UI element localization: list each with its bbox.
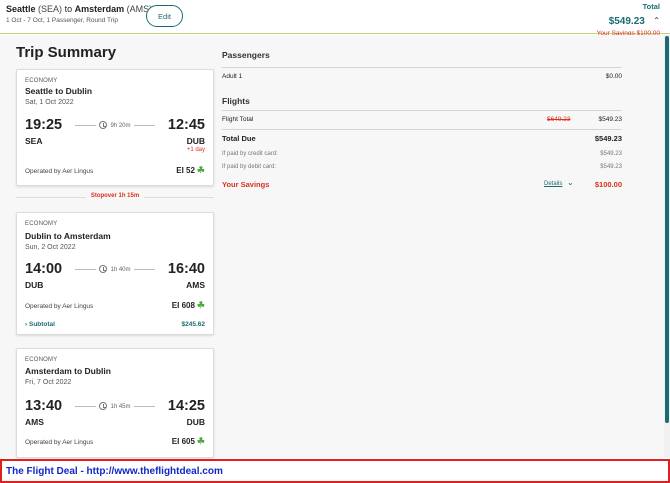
- header-total[interactable]: Total $549.23 ⌃ Your Savings $100.00: [597, 2, 660, 37]
- flight-total-amount: $549.23: [598, 116, 623, 123]
- chevron-up-icon[interactable]: ⌃: [653, 16, 660, 25]
- subtotal-amount: $245.62: [181, 321, 206, 328]
- flight-total-original: $649.23: [547, 116, 571, 123]
- departure-airport: AMS: [25, 417, 44, 427]
- plus-day-indicator: +1 day: [186, 147, 205, 153]
- departure-time: 14:00: [25, 261, 63, 277]
- source-credit: The Flight Deal - http://www.theflightde…: [6, 466, 223, 477]
- origin-code: (SEA): [38, 4, 63, 14]
- cabin-class: ECONOMY: [25, 357, 58, 363]
- flight-number: EI 52 ☘: [176, 165, 205, 176]
- leg-title: Seattle to Dublin: [25, 86, 93, 96]
- departure-time: 19:25: [25, 117, 63, 133]
- clock-icon: [99, 265, 108, 273]
- credit-card-amount: $549.23: [600, 151, 622, 157]
- divider: [222, 110, 622, 111]
- leg-title: Amsterdam to Dublin: [25, 366, 111, 376]
- flight-leg-card: ECONOMY Dublin to Amsterdam Sun, 2 Oct 2…: [16, 212, 214, 335]
- arrival-time: 12:45: [167, 117, 205, 133]
- flight-number-text: EI 52: [176, 166, 195, 175]
- departure-airport: DUB: [25, 280, 44, 290]
- source-footer: The Flight Deal - http://www.theflightde…: [0, 459, 670, 483]
- divider: [222, 129, 622, 130]
- leg-date: Fri, 7 Oct 2022: [25, 379, 72, 386]
- chevron-down-icon[interactable]: ⌄: [567, 178, 574, 187]
- debit-card-amount: $549.23: [600, 164, 622, 170]
- route-to-word: to: [64, 4, 73, 14]
- leg-title: Dublin to Amsterdam: [25, 231, 111, 241]
- debit-card-label: If paid by debit card:: [222, 164, 277, 170]
- flights-heading: Flights: [222, 96, 250, 106]
- leg-date: Sat, 1 Oct 2022: [25, 99, 74, 106]
- subtotal-toggle[interactable]: › Subtotal: [25, 321, 55, 328]
- trip-summary-title: Trip Summary: [16, 44, 117, 61]
- scrollbar-thumb[interactable]: [665, 36, 669, 423]
- subtotal-label: Subtotal: [28, 321, 55, 328]
- shamrock-icon: ☘: [196, 165, 205, 175]
- trip-header-bar: Seattle (SEA) to Amsterdam (AMS) 1 Oct -…: [0, 0, 670, 37]
- flight-leg-card: ECONOMY Seattle to Dublin Sat, 1 Oct 202…: [16, 69, 214, 186]
- duration-text: 1h 40m: [110, 267, 131, 273]
- adult-passenger-label: Adult 1: [222, 73, 243, 80]
- duration-text: 9h 20m: [110, 123, 131, 129]
- savings-amount: $100.00: [594, 180, 622, 189]
- arrival-airport: AMS: [186, 280, 205, 290]
- flight-total-label: Flight Total: [222, 116, 254, 123]
- flight-leg-card: ECONOMY Amsterdam to Dublin Fri, 7 Oct 2…: [16, 348, 214, 458]
- header-total-amount: $549.23: [608, 16, 645, 27]
- credit-card-label: If paid by credit card:: [222, 151, 278, 157]
- arrival-time: 16:40: [167, 261, 205, 277]
- flight-duration: 1h 45m: [75, 402, 155, 410]
- shamrock-icon: ☘: [196, 436, 205, 446]
- route-summary: Seattle (SEA) to Amsterdam (AMS): [6, 4, 152, 14]
- departure-time: 13:40: [25, 398, 63, 414]
- flight-number: EI 605 ☘: [172, 436, 205, 447]
- total-due-amount: $549.23: [594, 134, 622, 143]
- savings-details-link[interactable]: Details: [544, 181, 562, 187]
- total-due-label: Total Due: [222, 134, 256, 143]
- leg-date: Sun, 2 Oct 2022: [25, 244, 76, 251]
- destination-city: Amsterdam: [74, 4, 125, 14]
- edit-search-button[interactable]: Edit: [146, 5, 183, 27]
- flight-duration: 1h 40m: [75, 265, 155, 273]
- flight-number: EI 608 ☘: [172, 300, 205, 311]
- cabin-class: ECONOMY: [25, 221, 58, 227]
- clock-icon: [99, 402, 108, 410]
- operated-by: Operated by Aer Lingus: [25, 439, 94, 446]
- arrival-time: 14:25: [167, 398, 205, 414]
- cabin-class: ECONOMY: [25, 78, 58, 84]
- duration-text: 1h 45m: [110, 404, 131, 410]
- flight-number-text: EI 605: [171, 437, 195, 446]
- shamrock-icon: ☘: [196, 300, 205, 310]
- departure-airport: SEA: [25, 136, 43, 146]
- operated-by: Operated by Aer Lingus: [25, 303, 94, 310]
- flight-number-text: EI 608: [171, 301, 195, 310]
- adult-passenger-amount: $0.00: [605, 73, 622, 80]
- stopover-divider: Stopover 1h 15m: [16, 192, 214, 202]
- clock-icon: [99, 121, 108, 129]
- trip-meta: 1 Oct - 7 Oct, 1 Passenger, Round Trip: [6, 17, 118, 24]
- passengers-heading: Passengers: [222, 50, 270, 60]
- arrival-airport: DUB: [186, 417, 205, 427]
- header-total-label: Total: [642, 2, 660, 11]
- arrival-airport: DUB: [186, 136, 205, 146]
- divider: [222, 67, 622, 68]
- savings-label: Your Savings: [222, 180, 270, 189]
- flight-duration: 9h 20m: [75, 121, 155, 129]
- origin-city: Seattle: [6, 4, 36, 14]
- operated-by: Operated by Aer Lingus: [25, 168, 94, 175]
- stopover-text: Stopover 1h 15m: [16, 193, 214, 199]
- stopover-label: Stopover 1h 15m: [85, 193, 145, 199]
